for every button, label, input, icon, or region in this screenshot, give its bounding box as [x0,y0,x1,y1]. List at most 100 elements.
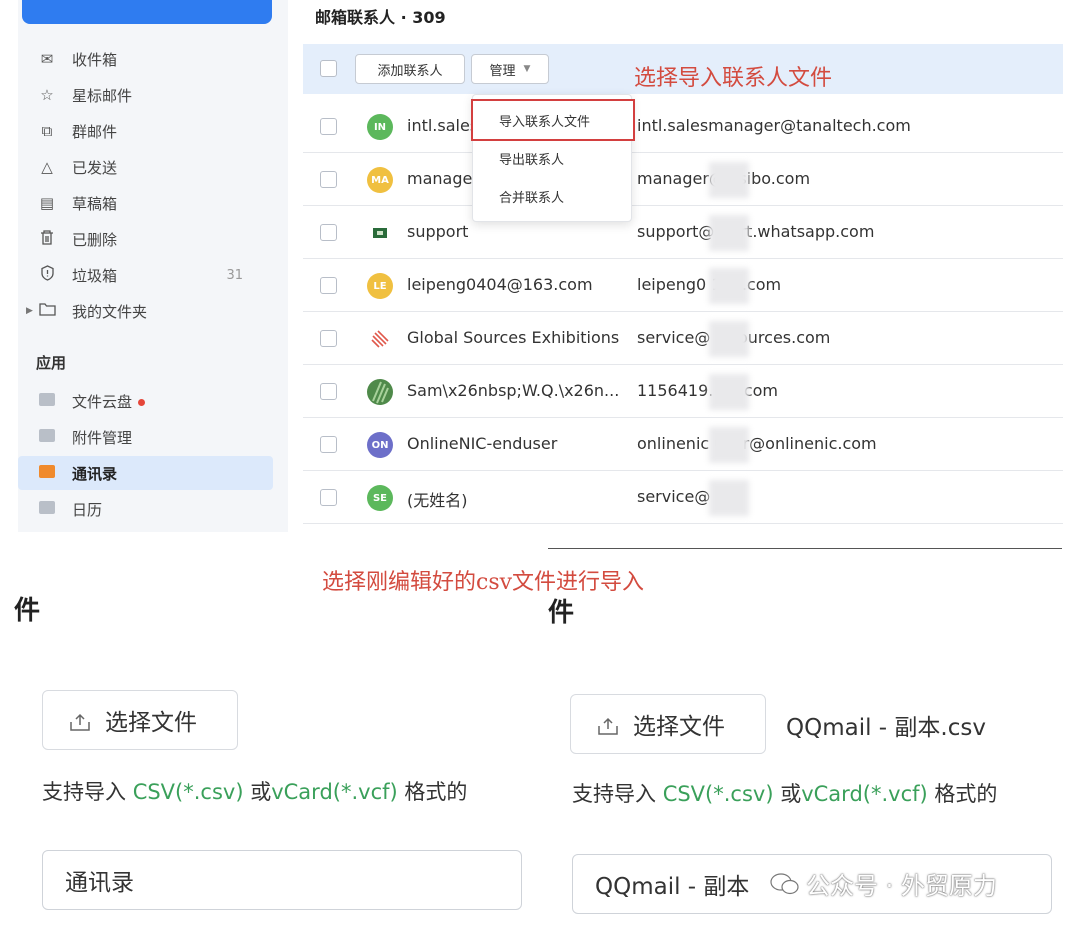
sidebar-item-label: 星标邮件 [72,86,133,105]
sidebar-item-label: 我的文件夹 [72,302,148,321]
menu-item-export-contacts[interactable]: 导出联系人 [473,139,631,177]
sidebar-item-label: 收件箱 [72,50,118,69]
manage-dropdown-menu: 导入联系人文件 导出联系人 合并联系人 [471,94,635,222]
folder-icon [36,302,58,320]
cloud-drive-icon [36,392,58,410]
contact-name: Global Sources Exhibitions [407,328,620,347]
redaction-blur [709,427,749,463]
table-row[interactable]: MA manage manager@ ssibo.com [303,154,1063,206]
menu-item-merge-contacts[interactable]: 合并联系人 [473,177,631,215]
compose-button[interactable] [22,0,272,24]
vcard-format-link[interactable]: vCard(*.vcf) [271,780,397,804]
expand-caret-icon[interactable]: ▶ [26,306,33,316]
contacts-title: 邮箱联系人 · 309 [315,8,446,27]
sidebar-item-label: 通讯录 [72,464,118,483]
table-row[interactable]: ON OnlineNIC-enduser onlinenic user@onli… [303,419,1063,471]
redaction-blur [709,268,749,304]
calendar-icon [36,500,58,518]
chevron-down-icon: ▼ [523,64,531,74]
table-row[interactable]: SE (无姓名) service@ de [303,472,1063,524]
group-mail-icon: ⧉ [41,122,53,140]
menu-item-import-contacts[interactable]: 导入联系人文件 [471,99,635,141]
upload-icon [597,715,619,735]
hint-text: 或 [243,780,272,804]
row-checkbox[interactable] [320,436,337,453]
avatar: IN [367,114,393,140]
inbox-icon: ✉ [40,50,54,68]
row-checkbox[interactable] [320,489,337,506]
hint-text: 或 [773,782,802,806]
dialog-title-fragment: 件 [14,596,41,626]
avatar [367,379,393,405]
sidebar-item-cloud-drive[interactable]: 文件云盘 [18,384,273,418]
unread-count: 31 [226,267,243,283]
sidebar-item-starred[interactable]: ☆ 星标邮件 [18,78,273,112]
manage-button[interactable]: 管理 ▼ [471,54,549,84]
contact-email: intl.salesmanager@tanaltech.com [637,116,911,135]
redaction-blur [709,162,749,198]
select-all-checkbox[interactable] [320,60,337,77]
row-checkbox[interactable] [320,383,337,400]
sidebar-item-label: 草稿箱 [72,194,118,213]
hint-text: 支持导入 [572,782,663,806]
sidebar-item-spam[interactable]: 垃圾箱 31 [18,258,273,292]
wechat-icon [770,872,800,896]
contacts-icon [36,464,58,482]
contact-name: leipeng0404@163.com [407,275,593,294]
table-row[interactable]: Global Sources Exhibitions service@ also… [303,313,1063,365]
sidebar-item-my-folders[interactable]: ▶ 我的文件夹 [18,294,273,328]
spam-icon [36,265,58,285]
sidebar-item-sent[interactable]: △ 已发送 [18,150,273,184]
contact-name: support [407,222,469,241]
table-row[interactable]: Sam\x26nbsp;W.Q.\x26n... 1156419. qq.com [303,366,1063,418]
avatar [367,220,393,246]
sidebar-item-label: 垃圾箱 [72,266,118,285]
sidebar-item-group-mail[interactable]: ⧉ 群邮件 [18,114,273,148]
csv-format-link[interactable]: CSV(*.csv) [663,782,774,806]
redaction-blur [709,215,749,251]
notification-dot [138,398,146,406]
draft-icon: ▤ [39,194,55,212]
table-row[interactable]: support support@ port.whatsapp.com [303,207,1063,259]
group-name-input[interactable]: 通讯录 [42,850,522,910]
csv-format-link[interactable]: CSV(*.csv) [133,780,244,804]
apps-section-title: 应用 [36,354,67,372]
row-checkbox[interactable] [320,118,337,135]
sidebar-item-label: 日历 [72,500,103,519]
sidebar-item-drafts[interactable]: ▤ 草稿箱 [18,186,273,220]
vcard-format-link[interactable]: vCard(*.vcf) [801,782,927,806]
hint-text: 支持导入 [42,780,133,804]
table-row[interactable]: LE leipeng0404@163.com leipeng0 163.com [303,260,1063,312]
choose-file-button[interactable]: 选择文件 [570,694,766,754]
row-checkbox[interactable] [320,277,337,294]
sidebar-item-inbox[interactable]: ✉ 收件箱 [18,42,273,76]
sent-icon: △ [41,158,53,176]
row-checkbox[interactable] [320,330,337,347]
trash-icon [36,229,58,249]
sidebar-item-attachments[interactable]: 附件管理 [18,420,273,454]
row-checkbox[interactable] [320,224,337,241]
sidebar-item-label: 附件管理 [72,428,133,447]
attachment-manager-icon [36,428,58,446]
redaction-blur [709,374,749,410]
hint-text: 格式的 [927,782,998,806]
contact-email: 1156419. qq.com [637,381,778,400]
annotation-select-csv: 选择刚编辑好的csv文件进行导入 [322,570,645,595]
sidebar: ✉ 收件箱 ☆ 星标邮件 ⧉ 群邮件 △ 已发送 ▤ 草稿箱 已删除 垃圾箱 3… [18,0,288,532]
sidebar-item-contacts[interactable]: 通讯录 [18,456,273,490]
watermark-text: 公众号 · 外贸原力 [806,872,997,900]
contact-email: onlinenic user@onlinenic.com [637,434,877,453]
contact-email: support@ port.whatsapp.com [637,222,875,241]
sidebar-item-calendar[interactable]: 日历 [18,492,273,526]
avatar: LE [367,273,393,299]
choose-file-button[interactable]: 选择文件 [42,690,238,750]
selected-file-name: QQmail - 副本.csv [786,715,986,741]
add-contact-button[interactable]: 添加联系人 [355,54,465,84]
row-checkbox[interactable] [320,171,337,188]
sidebar-item-deleted[interactable]: 已删除 [18,222,273,256]
hint-text: 格式的 [397,780,468,804]
upload-icon [69,711,91,731]
choose-file-label: 选择文件 [633,714,725,740]
table-row[interactable]: IN intl.sales intl.salesmanager@tanaltec… [303,101,1063,153]
avatar: MA [367,167,393,193]
